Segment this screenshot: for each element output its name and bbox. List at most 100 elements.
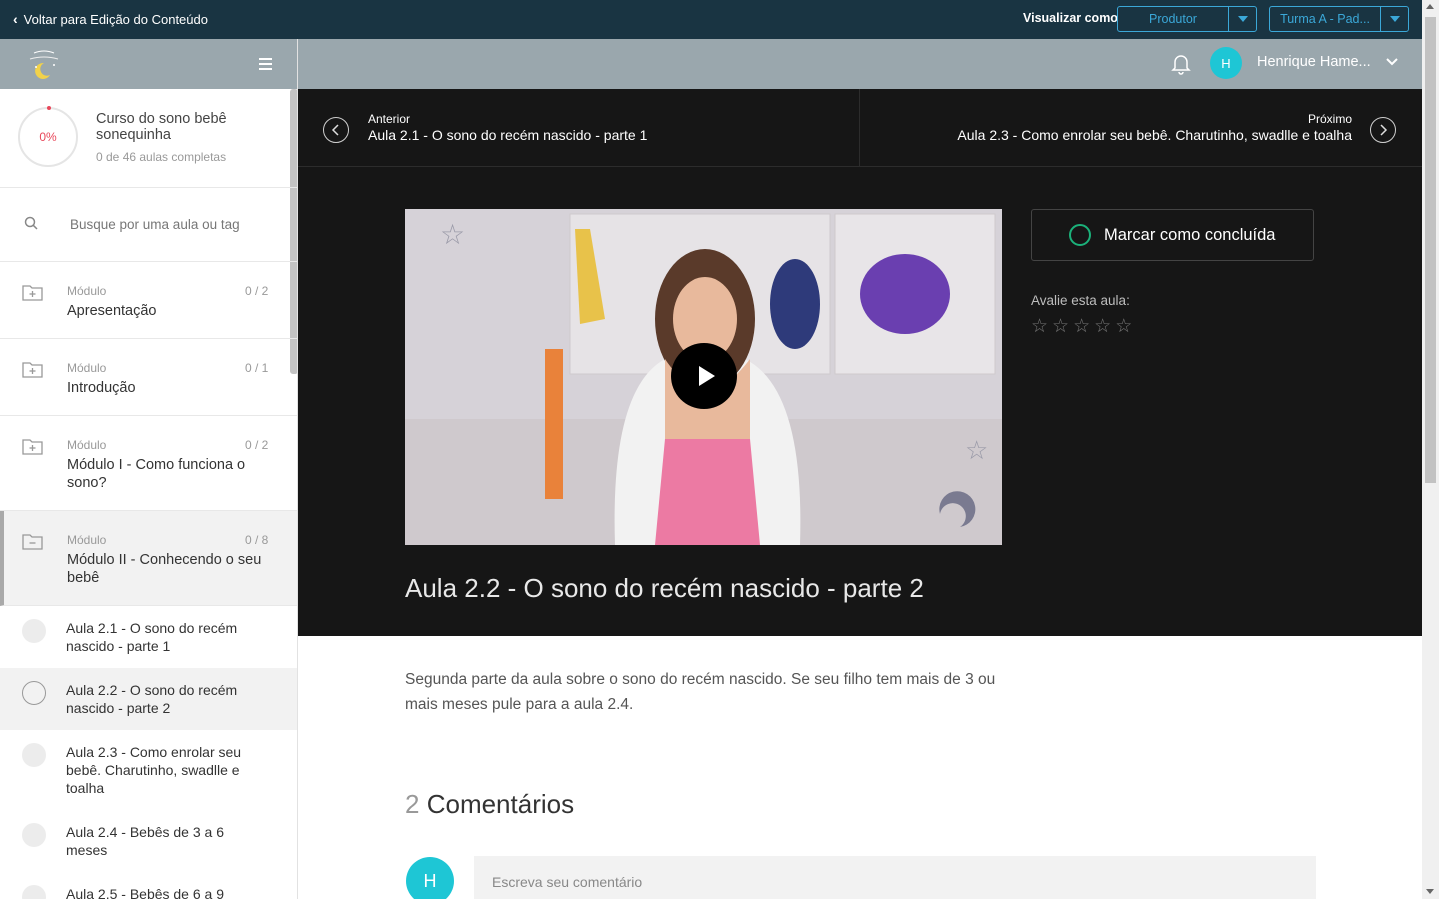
menu-icon[interactable] [259,58,272,73]
module-title: Apresentação [67,303,157,319]
back-to-edit-link[interactable]: ‹ Voltar para Edição do Conteúdo [13,11,208,27]
lesson-title: Aula 2.5 - Bebês de 6 a 9 [66,886,224,899]
comments-heading: 2 Comentários [405,789,574,820]
caret-down-icon [1389,16,1400,22]
module-item[interactable]: Módulo 0 / 2 Apresentação [0,262,297,339]
mark-complete-label: Marcar como concluída [1104,225,1276,244]
main-header: H Henrique Hame... [298,39,1422,89]
module-title: Módulo I - Como funciona o sono? [67,457,246,491]
module-title: Módulo II - Conhecendo o seu bebê [67,552,262,586]
comments-title: Comentários [426,789,575,819]
course-completed-count: 0 de 46 aulas completas [96,150,227,164]
star-icon[interactable]: ☆ [1115,317,1132,336]
top-bar: ‹ Voltar para Edição do Conteúdo Visuali… [0,0,1439,39]
module-item-active[interactable]: Módulo 0 / 8 Módulo II - Conhecendo o se… [0,511,297,606]
course-title: Curso do sono bebê sonequinha [96,111,227,143]
sidebar: 0% Curso do sono bebê sonequinha 0 de 46… [0,39,298,899]
folder-plus-icon [22,285,43,301]
caret-down-icon [1237,16,1248,22]
lesson-title: Aula 2.4 - Bebês de 3 a 6 meses [66,824,224,858]
logo-icon [29,50,59,79]
star-icon[interactable]: ☆ [1052,317,1069,336]
user-name[interactable]: Henrique Hame... [1257,54,1371,70]
comments-count: 2 [405,789,420,819]
next-lesson-link[interactable]: Próximo Aula 2.3 - Como enrolar seu bebê… [861,89,1422,167]
previous-label: Anterior [368,112,411,126]
chevron-down-icon[interactable] [1386,57,1398,67]
scroll-up-arrow-icon[interactable] [1426,4,1434,9]
chevron-right-icon [1370,117,1396,143]
role-select-arrow[interactable] [1228,7,1256,31]
lesson-status-icon [22,885,46,899]
lesson-title: Aula 2.2 - O sono do recém nascido - par… [66,682,238,716]
video-player[interactable]: ☆ ☆ [405,209,1002,545]
module-count: 0 / 2 [245,438,269,452]
lesson-status-icon [22,681,46,705]
lesson-item-current[interactable]: Aula 2.2 - O sono do recém nascido - par… [0,668,297,730]
lesson-description: Segunda parte da aula sobre o sono do re… [405,671,996,713]
module-label: Módulo [67,438,107,452]
comment-input[interactable] [474,856,1316,899]
lesson-heading: Aula 2.2 - O sono do recém nascido - par… [405,573,924,603]
folder-plus-icon [22,362,43,378]
search-input[interactable] [70,210,270,238]
lesson-search [0,188,297,262]
rating-label: Avalie esta aula: [1031,293,1130,308]
lesson-status-icon [22,619,46,643]
bell-icon[interactable] [1171,53,1191,75]
back-to-edit-label: Voltar para Edição do Conteúdo [23,11,208,27]
module-label: Módulo [67,361,107,375]
star-icon[interactable]: ☆ [1073,317,1090,336]
main-content: H Henrique Hame... Anterior Aula 2.1 - O… [298,39,1422,899]
folder-plus-icon [22,439,43,455]
avatar[interactable]: H [1210,47,1242,79]
course-summary: 0% Curso do sono bebê sonequinha 0 de 46… [0,89,297,188]
module-label: Módulo [67,284,107,298]
module-count: 0 / 1 [245,361,269,375]
lesson-item[interactable]: Aula 2.4 - Bebês de 3 a 6 meses [0,810,297,872]
scrollbar-thumb[interactable] [1425,17,1436,483]
rating-stars: ☆ ☆ ☆ ☆ ☆ [1031,317,1132,336]
chevron-left-icon [323,117,349,143]
module-item[interactable]: Módulo 0 / 2 Módulo I - Como funciona o … [0,416,297,511]
scroll-down-arrow-icon[interactable] [1426,889,1434,894]
svg-text:☆: ☆ [440,218,465,251]
module-title: Introdução [67,380,136,396]
play-button[interactable] [671,343,737,409]
class-select-value: Turma A - Pad... [1280,12,1370,26]
lesson-status-icon [22,743,46,767]
mark-complete-button[interactable]: Marcar como concluída [1031,209,1314,261]
star-icon[interactable]: ☆ [1094,317,1111,336]
view-as-label: Visualizar como [1023,11,1118,25]
class-select[interactable]: Turma A - Pad... [1269,6,1409,32]
role-select-value: Produtor [1149,12,1197,26]
lesson-title: Aula 2.3 - Como enrolar seu bebê. Charut… [66,744,242,796]
module-item[interactable]: Módulo 0 / 1 Introdução [0,339,297,416]
course-progress-text: 0% [39,130,57,144]
folder-minus-icon [22,534,43,550]
module-count: 0 / 2 [245,284,269,298]
lesson-navigation: Anterior Aula 2.1 - O sono do recém nasc… [298,89,1422,167]
sidebar-header [0,39,297,89]
window-scrollbar[interactable] [1422,0,1439,899]
lesson-status-icon [22,823,46,847]
lesson-player-area: Anterior Aula 2.1 - O sono do recém nasc… [298,89,1422,636]
class-select-arrow[interactable] [1380,7,1408,31]
role-select[interactable]: Produtor [1117,6,1257,32]
module-count: 0 / 8 [245,533,269,547]
play-icon [698,366,715,386]
svg-text:☆: ☆ [965,436,988,466]
previous-lesson-link[interactable]: Anterior Aula 2.1 - O sono do recém nasc… [298,89,860,167]
lesson-item[interactable]: Aula 2.5 - Bebês de 6 a 9 [0,872,297,899]
search-icon [24,216,38,230]
next-label: Próximo [1307,112,1352,126]
star-icon[interactable]: ☆ [1031,317,1048,336]
lesson-item[interactable]: Aula 2.3 - Como enrolar seu bebê. Charut… [0,730,297,810]
comment-avatar: H [406,857,454,899]
chevron-left-icon: ‹ [13,11,18,27]
module-label: Módulo [67,533,107,547]
lesson-title: Aula 2.1 - O sono do recém nascido - par… [66,620,238,654]
lesson-item[interactable]: Aula 2.1 - O sono do recém nascido - par… [0,606,297,668]
next-lesson-title: Aula 2.3 - Como enrolar seu bebê. Charut… [957,127,1352,143]
course-progress-ring: 0% [18,106,78,167]
